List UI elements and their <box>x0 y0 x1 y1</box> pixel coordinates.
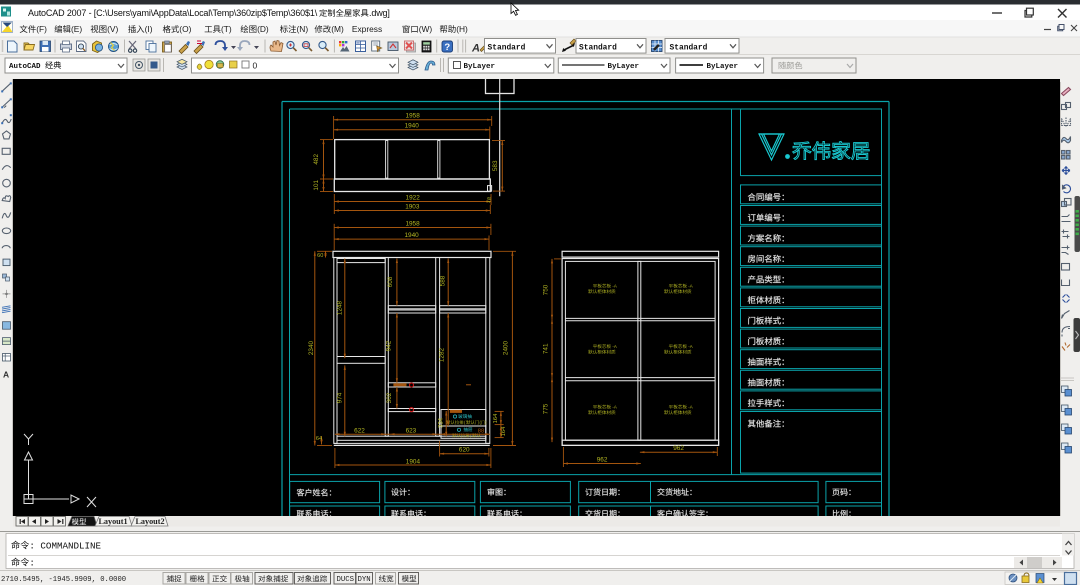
svg-text:Standard: Standard <box>670 44 708 53</box>
svg-text:A: A <box>471 43 480 55</box>
svg-text:0: 0 <box>253 60 258 70</box>
svg-text:64: 64 <box>316 436 322 442</box>
svg-text:1282: 1282 <box>438 347 445 362</box>
svg-text:1904: 1904 <box>406 458 421 465</box>
svg-text:?: ? <box>444 42 450 53</box>
svg-text:583: 583 <box>492 160 499 171</box>
svg-text:(H): (H) <box>456 24 468 34</box>
svg-text:164: 164 <box>493 413 499 423</box>
svg-text:ByLayer: ByLayer <box>464 63 496 71</box>
svg-text:-A: -A <box>612 344 616 349</box>
svg-text:.dwg]: .dwg] <box>369 8 390 18</box>
svg-text:482: 482 <box>313 154 320 165</box>
svg-text:(F): (F) <box>36 24 47 34</box>
svg-text:(I): (I) <box>145 24 153 34</box>
svg-text:ByLayer: ByLayer <box>707 63 739 71</box>
svg-text:1903: 1903 <box>405 203 420 210</box>
svg-text:101: 101 <box>313 179 320 190</box>
svg-text:942: 942 <box>386 340 393 351</box>
svg-text:1922: 1922 <box>406 194 421 201</box>
svg-text:(V): (V) <box>107 24 118 34</box>
svg-text:Express: Express <box>352 24 382 34</box>
svg-text:-A: -A <box>612 284 616 289</box>
svg-text:623: 623 <box>406 428 417 435</box>
svg-text:-A: -A <box>688 344 692 349</box>
svg-text:DYN: DYN <box>358 576 371 584</box>
svg-text:1940: 1940 <box>404 232 419 239</box>
svg-text:60: 60 <box>317 253 323 259</box>
svg-text:622: 622 <box>354 428 365 435</box>
svg-text:AutoCAD: AutoCAD <box>9 63 41 71</box>
svg-text:(E): (E) <box>71 24 82 34</box>
svg-text:ByLayer: ByLayer <box>608 63 640 71</box>
svg-text:164: 164 <box>501 426 507 436</box>
svg-text:2340: 2340 <box>308 340 315 355</box>
svg-text:2400: 2400 <box>503 340 510 355</box>
svg-text:741: 741 <box>542 343 549 354</box>
svg-text:Standard: Standard <box>579 44 617 53</box>
svg-text:(W): (W) <box>419 24 433 34</box>
svg-text:(O): (O) <box>179 24 191 34</box>
svg-text:-A: -A <box>688 405 692 410</box>
svg-text:A: A <box>3 369 9 379</box>
svg-text:AutoCAD 2007 - [C:\Users\yami\: AutoCAD 2007 - [C:\Users\yami\AppData\Lo… <box>28 8 318 18</box>
svg-text:: COMMANDLINE: : COMMANDLINE <box>29 541 101 552</box>
svg-text:1940: 1940 <box>405 123 420 130</box>
svg-text:334: 334 <box>439 417 445 428</box>
svg-text:1958: 1958 <box>406 113 421 120</box>
svg-text:Layout1: Layout1 <box>98 517 127 526</box>
svg-text:974: 974 <box>336 392 343 403</box>
svg-text:750: 750 <box>542 284 549 295</box>
svg-text:(门): (门) <box>480 419 488 426</box>
svg-text:962: 962 <box>597 457 608 464</box>
svg-text:620: 620 <box>459 447 470 454</box>
svg-text:(M): (M) <box>331 24 344 34</box>
svg-text:962: 962 <box>673 445 684 452</box>
svg-text:DUCS: DUCS <box>337 576 355 584</box>
svg-text:-A: -A <box>612 405 616 410</box>
svg-text:775: 775 <box>542 403 549 414</box>
svg-text:88: 88 <box>478 428 484 434</box>
svg-text:-A: -A <box>688 284 692 289</box>
svg-text:608: 608 <box>387 276 394 287</box>
svg-text:588: 588 <box>440 275 447 286</box>
svg-text:1248: 1248 <box>336 300 343 315</box>
svg-text:(N): (N) <box>297 24 309 34</box>
svg-text:Standard: Standard <box>488 44 526 53</box>
svg-text:Layout2: Layout2 <box>135 517 164 526</box>
svg-text:2710.5495, -1945.9909, 0.000: 2710.5495, -1945.9909, 0.0000 <box>1 576 126 584</box>
svg-text::: : <box>29 558 35 569</box>
svg-text:1958: 1958 <box>405 220 420 227</box>
svg-text:302: 302 <box>386 392 393 403</box>
svg-text:(D): (D) <box>257 24 269 34</box>
svg-text:(T): (T) <box>221 24 232 34</box>
